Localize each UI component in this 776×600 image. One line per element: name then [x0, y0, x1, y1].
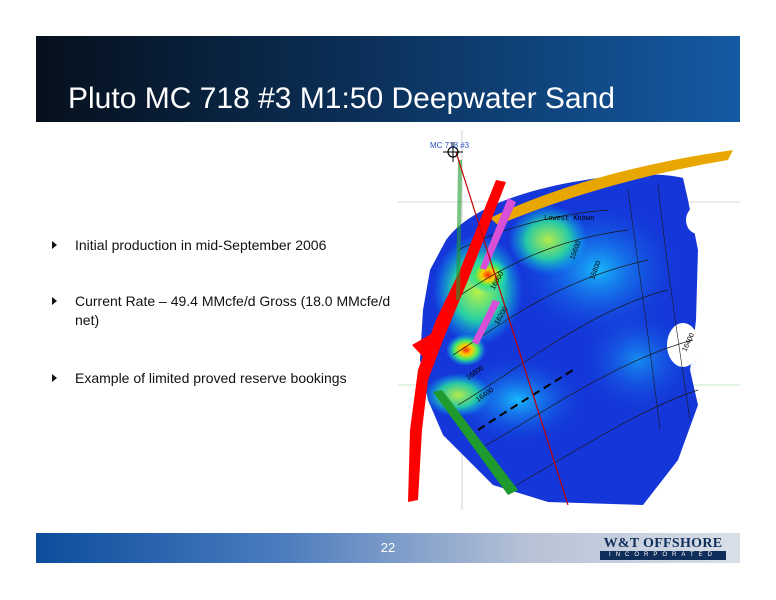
map-graphic: MC 718 #3 Lowest Known 16800 16400 16200…	[398, 130, 740, 510]
title-bar: Pluto MC 718 #3 M1:50 Deepwater Sand	[36, 36, 740, 122]
map-label-well: MC 718 #3	[430, 141, 470, 150]
logo-subtitle: INCORPORATED	[600, 551, 726, 560]
bullet-arrow-icon	[52, 297, 57, 305]
bullet-text: Current Rate – 49.4 MMcfe/d Gross (18.0 …	[75, 293, 391, 328]
footer-bar: 22 W&T OFFSHORE INCORPORATED	[36, 533, 740, 563]
seismic-amplitude-map: MC 718 #3 Lowest Known 16800 16400 16200…	[398, 130, 740, 510]
bullet-arrow-icon	[52, 241, 57, 249]
slide-title: Pluto MC 718 #3 M1:50 Deepwater Sand	[68, 82, 615, 115]
map-label-fault: Lowest Known	[544, 215, 594, 223]
logo-wordmark: W&T OFFSHORE	[603, 536, 723, 551]
bullet-text: Initial production in mid-September 2006	[75, 237, 327, 253]
bullet-text: Example of limited proved reserve bookin…	[75, 370, 347, 386]
data-gap	[686, 206, 710, 234]
company-logo: W&T OFFSHORE INCORPORATED	[592, 536, 734, 561]
bullet-arrow-icon	[52, 374, 57, 382]
